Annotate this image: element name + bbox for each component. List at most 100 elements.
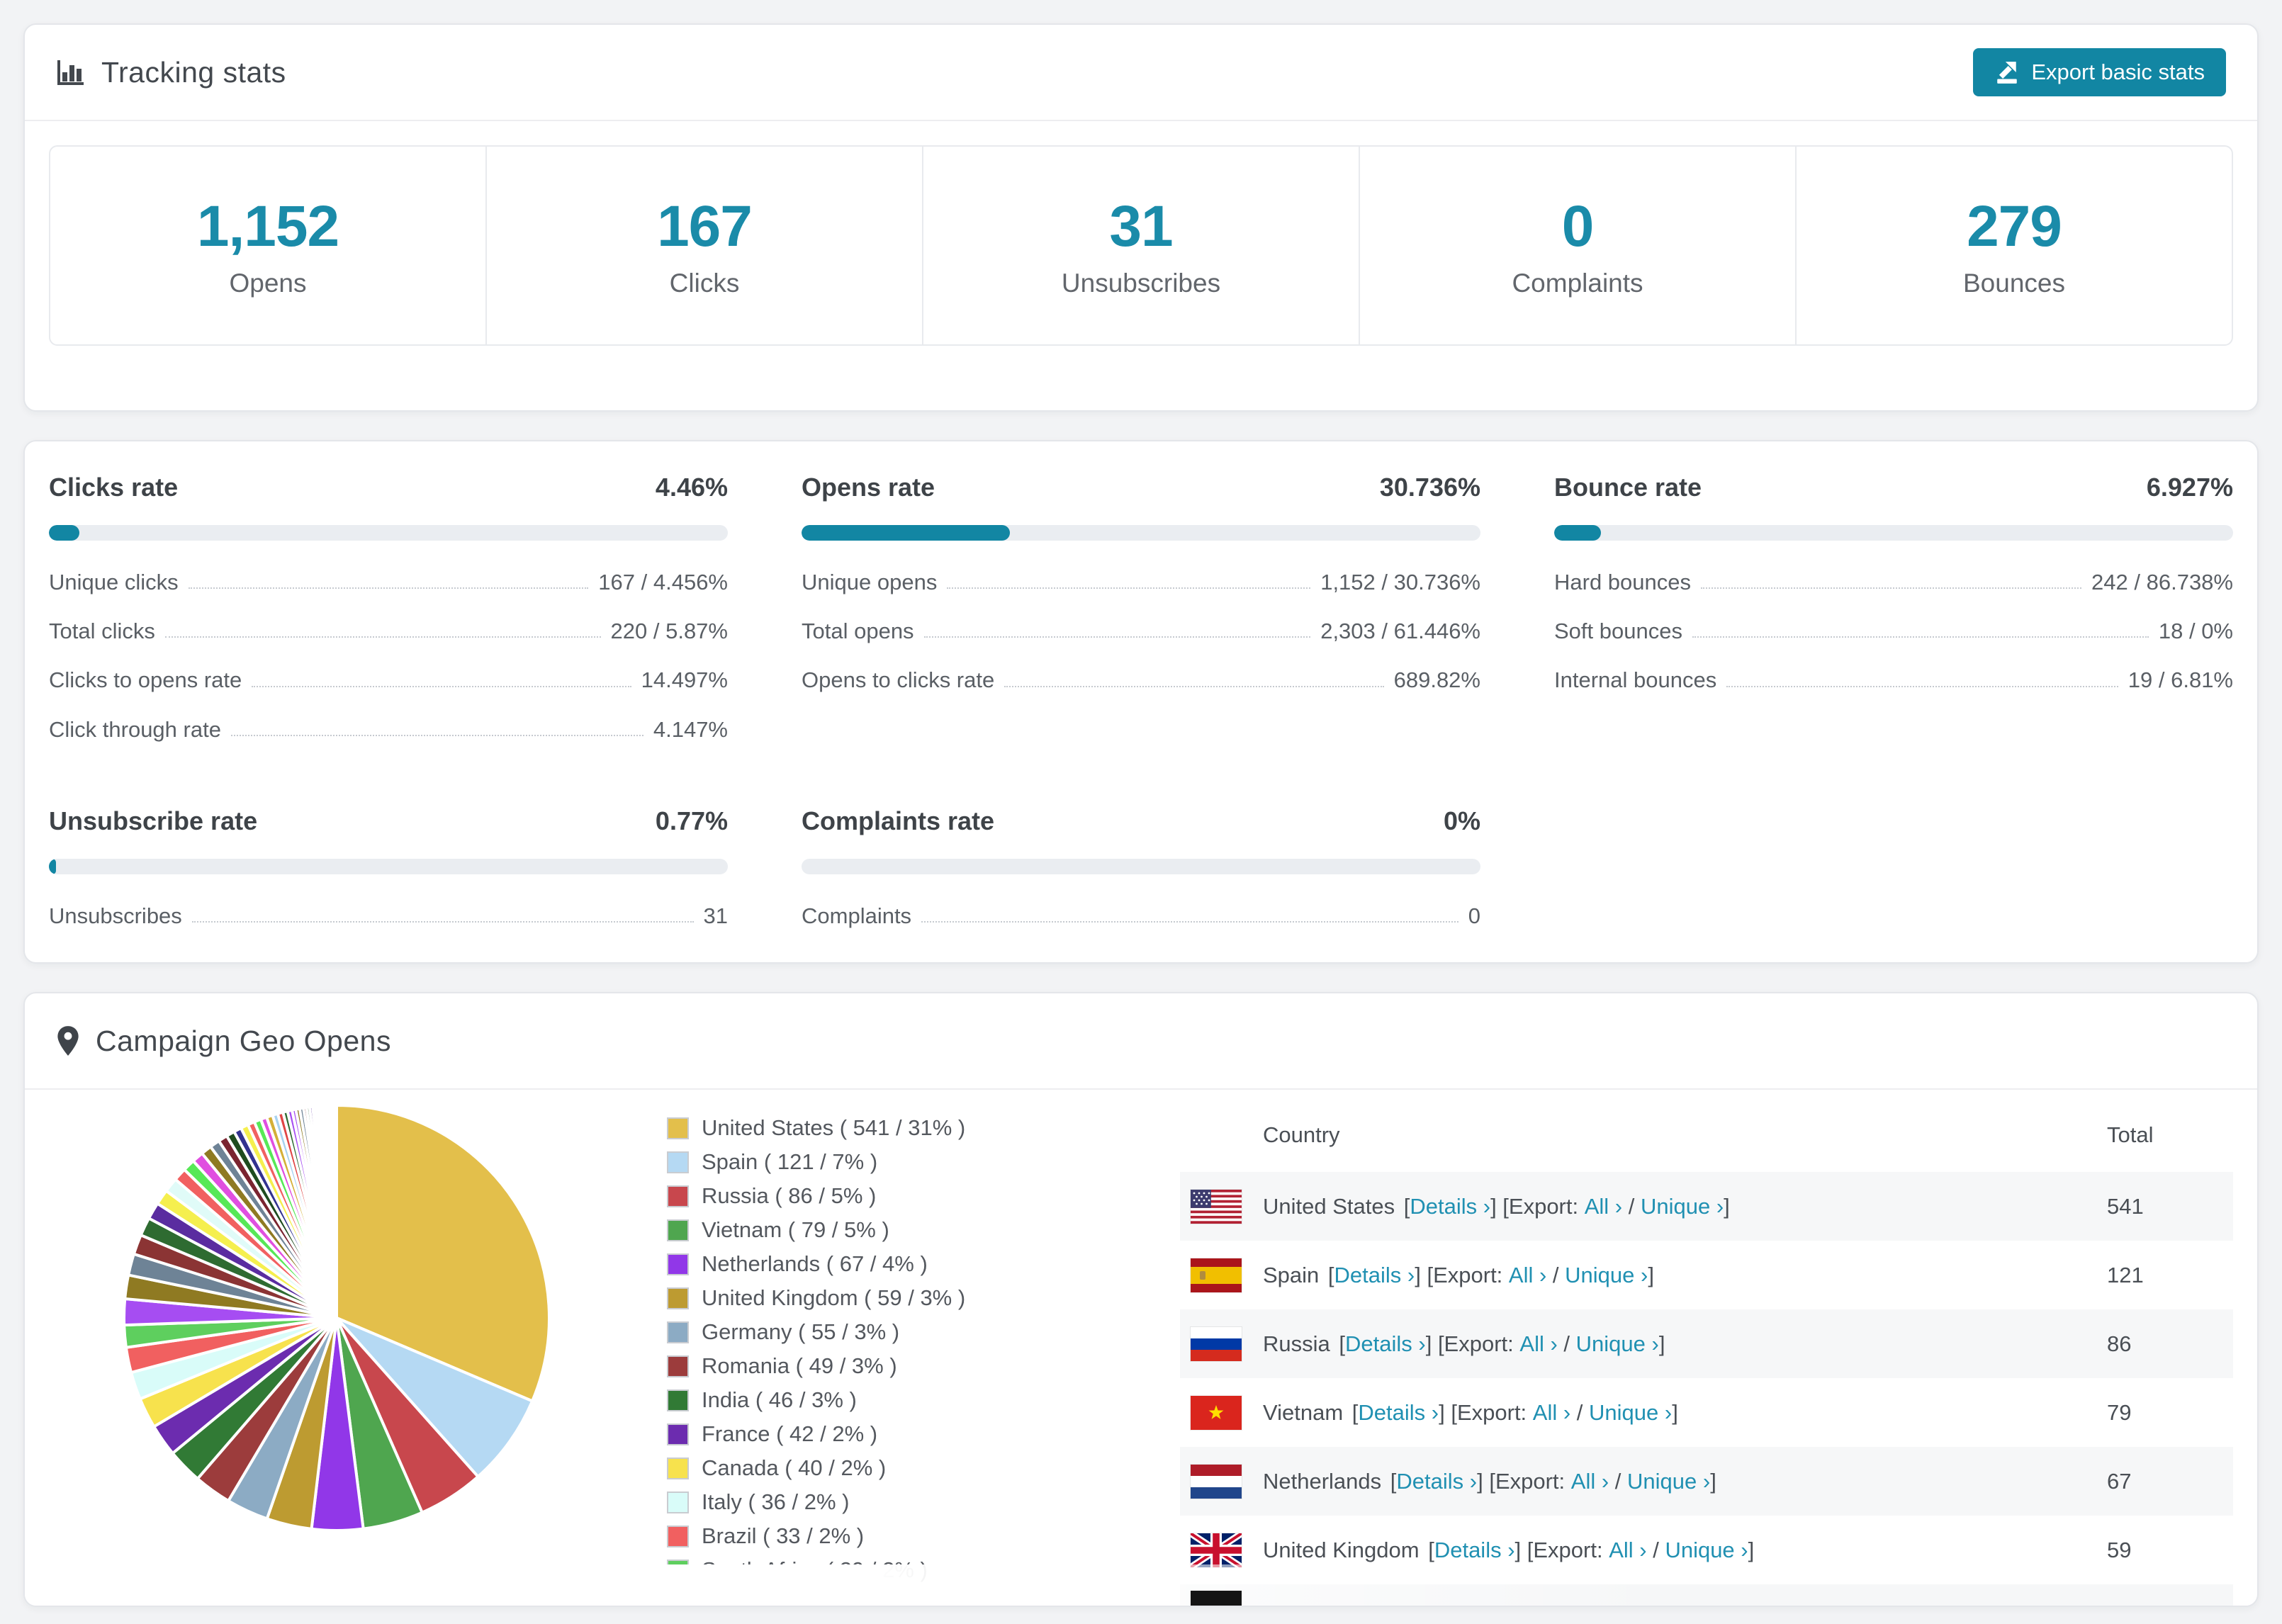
legend-item: Vietnam ( 79 / 5% ) (667, 1217, 1045, 1243)
rate-section: Opens rate 30.736% Unique opens 1,152 / 30.… (802, 473, 1480, 754)
table-row: Netherlands [Details ›] [Export: All › /… (1180, 1447, 2233, 1516)
flag-icon (1191, 1533, 1242, 1567)
export-unique-link[interactable]: Unique › (1576, 1331, 1659, 1357)
summary-cell: 279 Bounces (1795, 147, 2232, 344)
progress-fill (802, 525, 1011, 541)
export-basic-stats-button[interactable]: Export basic stats (1973, 48, 2226, 96)
export-unique-link[interactable]: Unique › (1565, 1263, 1648, 1288)
legend-swatch (667, 1117, 689, 1139)
export-all-link[interactable]: All › (1509, 1263, 1546, 1288)
export-all-link[interactable]: All › (1519, 1331, 1557, 1357)
summary-label: Unsubscribes (1061, 268, 1221, 298)
geo-title: Campaign Geo Opens (96, 1024, 391, 1057)
stat-label: Internal bounces (1554, 667, 1717, 693)
tracking-stats-card: Tracking stats Export basic stats 1,152 O… (23, 23, 2259, 412)
geo-pie-chart (117, 1098, 556, 1538)
summary-label: Clicks (669, 268, 740, 298)
rate-head: Unsubscribe rate 0.77% (49, 806, 728, 836)
rate-rows: Unique opens 1,152 / 30.736% Total opens 2,… (802, 558, 1480, 705)
rates-grid: Clicks rate 4.46% Unique clicks 167 / 4.456… (25, 441, 2257, 971)
country-cell: United States [Details ›] [Export: All ›… (1180, 1189, 2107, 1224)
legend-swatch (667, 1253, 689, 1275)
total-value: 67 (2107, 1468, 2132, 1494)
details-link[interactable]: Details › (1410, 1194, 1490, 1219)
details-link[interactable]: Details › (1358, 1400, 1439, 1426)
details-link[interactable]: Details › (1396, 1469, 1477, 1494)
dotted-leader (923, 636, 1311, 638)
country-name: United Kingdom (1263, 1537, 1420, 1562)
legend-label: France ( 42 / 2% ) (702, 1421, 878, 1446)
export-icon (1994, 60, 2020, 85)
rate-rows: Hard bounces 242 / 86.738% Soft bounces 18 … (1554, 558, 2233, 705)
country-name: Netherlands (1263, 1468, 1382, 1494)
dotted-leader (1726, 685, 2118, 687)
legend-swatch (667, 1389, 689, 1411)
dotted-leader (921, 920, 1458, 923)
summary-cell: 167 Clicks (485, 147, 922, 344)
bar-chart-icon (56, 58, 86, 86)
rate-title: Unsubscribe rate (49, 806, 258, 835)
export-unique-link[interactable]: Unique › (1641, 1194, 1724, 1219)
legend-swatch (667, 1185, 689, 1207)
stat-label: Soft bounces (1554, 619, 1682, 644)
geo-legend: United States ( 541 / 31% ) Spain ( 121 /… (667, 1098, 1045, 1606)
legend-swatch (667, 1559, 689, 1581)
export-button-label: Export basic stats (2031, 60, 2205, 84)
stat-value: 0 (1468, 903, 1480, 928)
export-unique-link[interactable]: Unique › (1627, 1469, 1710, 1494)
export-all-link[interactable]: All › (1571, 1469, 1609, 1494)
progress-bar (49, 858, 728, 874)
stat-label: Opens to clicks rate (802, 667, 995, 693)
stat-row: Soft bounces 18 / 0% (1554, 607, 2233, 655)
country-cell: Spain [Details ›] [Export: All › / Uniqu… (1180, 1258, 2107, 1292)
country-name: United States (1263, 1193, 1395, 1219)
rate-head: Opens rate 30.736% (802, 473, 1480, 502)
details-link[interactable]: Details › (1345, 1331, 1426, 1357)
geo-card: Campaign Geo Opens United States ( 541 /… (23, 992, 2259, 1607)
summary-cell: 1,152 Opens (50, 147, 485, 344)
legend-item: Canada ( 40 / 2% ) (667, 1455, 1045, 1481)
legend-label: Canada ( 40 / 2% ) (702, 1455, 887, 1480)
stat-label: Unsubscribes (49, 903, 182, 928)
export-all-link[interactable]: All › (1585, 1194, 1622, 1219)
stat-label: Unique clicks (49, 570, 179, 594)
legend-swatch (667, 1219, 689, 1241)
progress-bar (49, 525, 728, 541)
stat-value: 14.497% (641, 667, 728, 693)
flag-icon (1191, 1464, 1242, 1499)
summary-label: Bounces (1963, 268, 2065, 298)
rate-head: Complaints rate 0% (802, 806, 1480, 836)
export-all-link[interactable]: All › (1533, 1400, 1570, 1426)
country-cell: Russia [Details ›] [Export: All › / Uniq… (1180, 1326, 2107, 1361)
stat-row: Unsubscribes 31 (49, 891, 728, 940)
total-value: 59 (2107, 1537, 2132, 1562)
details-link[interactable]: Details › (1434, 1538, 1515, 1563)
stat-label: Unique opens (802, 570, 938, 594)
progress-bar (802, 858, 1480, 874)
export-all-link[interactable]: All › (1609, 1538, 1646, 1563)
legend-label: United Kingdom ( 59 / 3% ) (702, 1285, 966, 1310)
export-unique-link[interactable]: Unique › (1665, 1538, 1748, 1563)
rate-section: Bounce rate 6.927% Hard bounces 242 / 86.73… (1554, 473, 2233, 754)
summary-label: Opens (229, 268, 307, 298)
stat-value: 167 / 4.456% (598, 570, 728, 594)
stat-value: 19 / 6.81% (2128, 667, 2233, 693)
flag-icon (1191, 1395, 1242, 1430)
rate-section: Complaints rate 0% Complaints 0 (802, 806, 1480, 940)
legend-item: Russia ( 86 / 5% ) (667, 1183, 1045, 1209)
stat-value: 18 / 0% (2158, 619, 2233, 644)
legend-item: United Kingdom ( 59 / 3% ) (667, 1285, 1045, 1311)
export-unique-link[interactable]: Unique › (1589, 1400, 1672, 1426)
rate-rows: Complaints 0 (802, 891, 1480, 940)
pie-slice[interactable] (334, 1103, 338, 1319)
stat-value: 1,152 / 30.736% (1320, 570, 1480, 594)
legend-swatch (667, 1423, 689, 1445)
legend-item: France ( 42 / 2% ) (667, 1421, 1045, 1447)
legend-label: Germany ( 55 / 3% ) (702, 1319, 900, 1344)
country-name: Vietnam (1263, 1399, 1344, 1425)
legend-item: Germany ( 55 / 3% ) (667, 1319, 1045, 1345)
stat-row: Unique opens 1,152 / 30.736% (802, 558, 1480, 607)
rate-head: Bounce rate 6.927% (1554, 473, 2233, 502)
details-link[interactable]: Details › (1334, 1263, 1415, 1288)
table-row: United States [Details ›] [Export: All ›… (1180, 1172, 2233, 1241)
